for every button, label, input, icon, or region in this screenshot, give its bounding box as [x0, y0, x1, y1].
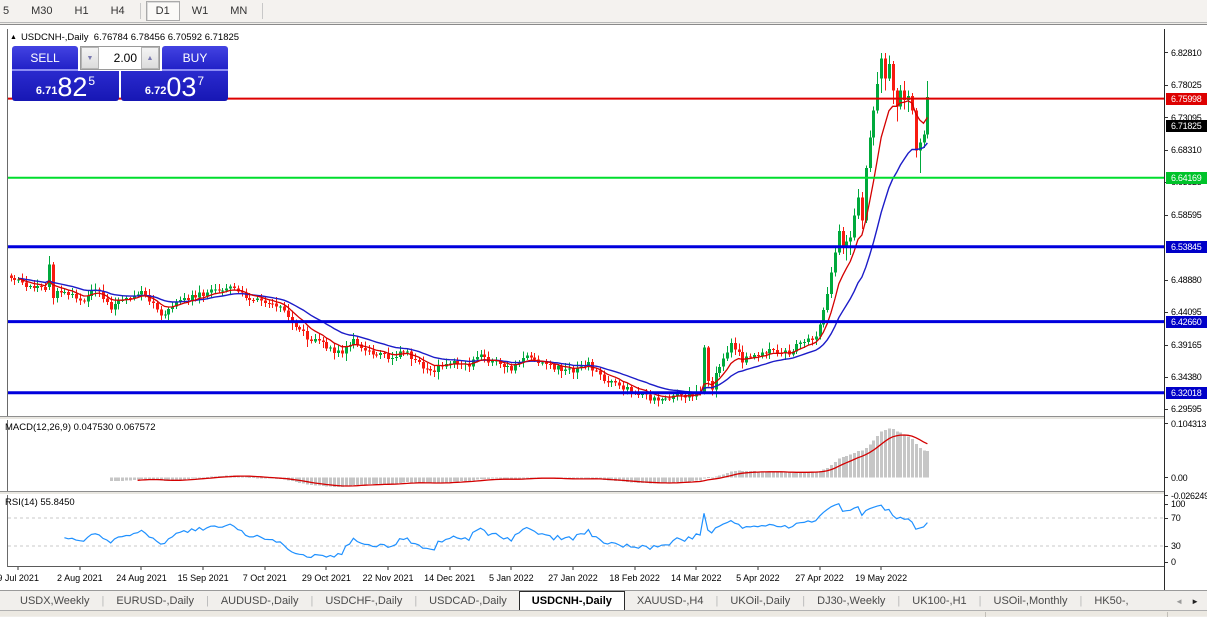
tab-audusd-daily[interactable]: AUDUSD-,Daily [209, 591, 311, 610]
volume-increase-button[interactable]: ▲ [141, 47, 159, 69]
tab-usdcnh-daily[interactable]: USDCNH-,Daily [518, 591, 625, 610]
date-tick-label: 27 Apr 2022 [795, 573, 844, 583]
volume-decrease-button[interactable]: ▼ [81, 47, 99, 69]
tab-hk50[interactable]: HK50-, [1082, 591, 1140, 610]
panel-divider-macd[interactable] [0, 416, 1207, 420]
tab-usdchf-daily[interactable]: USDCHF-,Daily [313, 591, 414, 610]
ask-big-digits: 03 [166, 72, 197, 102]
status-bar [0, 610, 1207, 617]
volume-input[interactable] [99, 47, 141, 69]
tab-uk100-h1[interactable]: UK100-,H1 [900, 591, 978, 610]
timeframe-button-d1[interactable]: D1 [145, 1, 180, 21]
date-tick-label: 5 Jan 2022 [489, 573, 534, 583]
tab-usdcad-daily[interactable]: USDCAD-,Daily [417, 591, 519, 610]
timeframe-button-m30[interactable]: M30 [21, 1, 62, 21]
price-tick: 6.78025 [1171, 80, 1202, 90]
tabs-scroll-left-icon[interactable]: ◄ [1171, 597, 1187, 606]
ask-price-display[interactable]: 6.72 03 7 [121, 71, 228, 101]
symbol-label: USDCNH-,Daily [20, 32, 89, 43]
tab-dj30-weekly[interactable]: DJ30-,Weekly [805, 591, 897, 610]
tab-usoil-monthly[interactable]: USOil-,Monthly [982, 591, 1080, 610]
date-tick-label: 24 Aug 2021 [116, 573, 167, 583]
chart-window: ▲ USDCNH-,Daily 6.76784 6.78456 6.70592 6… [0, 24, 1207, 591]
buy-button[interactable]: BUY [162, 46, 228, 71]
level-price-badge: 6.75998 [1166, 92, 1207, 105]
date-tick-label: 19 May 2022 [855, 573, 908, 583]
macd-indicator-label: MACD(12,26,9) 0.047530 0.067572 [5, 422, 156, 433]
timeframe-button-5[interactable]: 5 [0, 1, 19, 21]
timeframe-toolbar: 5 M30 H1 H4 D1 W1 MN [0, 0, 1207, 23]
date-tick-label: 14 Dec 2021 [424, 573, 476, 583]
price-tick: 6.82810 [1171, 47, 1202, 58]
date-tick-label: 2 Aug 2021 [57, 573, 103, 583]
ohlc-values: 6.76784 6.78456 6.70592 6.71825 [93, 32, 240, 43]
tab-usdx-weekly[interactable]: USDX,Weekly [8, 591, 101, 610]
date-axis[interactable]: 9 Jul 2021 2 Aug 2021 24 Aug 2021 15 Sep 20… [0, 567, 1164, 591]
timeframe-button-mn[interactable]: MN [220, 1, 257, 21]
date-tick-label: 9 Jul 2021 [0, 573, 39, 583]
date-tick-label: 15 Sep 2021 [177, 573, 229, 583]
plot-left-border [7, 29, 8, 567]
price-tick: 0.104313 [1171, 418, 1207, 429]
tabs-scroll-right-icon[interactable]: ► [1187, 597, 1203, 606]
price-tick: 70 [1171, 513, 1181, 523]
tab-eurusd-daily[interactable]: EURUSD-,Daily [104, 591, 206, 610]
date-tick-label: 29 Oct 2021 [301, 573, 351, 583]
timeframe-button-w1[interactable]: W1 [182, 1, 219, 21]
price-tick: 6.39165 [1171, 340, 1202, 350]
ask-prefix: 6.72 [144, 85, 167, 97]
timeframe-button-h1[interactable]: H1 [65, 1, 99, 21]
price-tick: 6.48880 [1171, 275, 1202, 285]
price-axis[interactable]: 6.828106.780256.730956.683106.635256.585… [1164, 29, 1207, 591]
sell-button[interactable]: SELL [12, 46, 78, 71]
level-price-badge: 6.32018 [1166, 386, 1207, 399]
chart-tabs-bar: USDX,Weekly | EURUSD-,Daily | AUDUSD-,Daily |… [0, 590, 1207, 610]
date-tick-label: 5 Apr 2022 [736, 573, 780, 583]
tab-ukoil-daily[interactable]: UKOil-,Daily [718, 591, 802, 610]
chart-plot-area[interactable] [8, 29, 1164, 567]
date-tick-label: 7 Oct 2021 [242, 573, 287, 583]
date-tick-label: 14 Mar 2022 [670, 573, 722, 583]
timeframe-button-h4[interactable]: H4 [101, 1, 135, 21]
price-tick: 30 [1171, 541, 1181, 551]
ohlc-header: ▲ USDCNH-,Daily 6.76784 6.78456 6.70592 6… [10, 32, 239, 43]
price-tick: 6.29595 [1171, 404, 1202, 415]
bid-big-digits: 82 [57, 72, 88, 102]
price-tick: 6.58595 [1171, 210, 1202, 220]
date-tick-label: 18 Feb 2022 [609, 573, 660, 583]
price-tick: 6.68310 [1171, 145, 1202, 155]
level-price-badge: 6.53845 [1166, 240, 1207, 253]
bid-prefix: 6.71 [35, 85, 58, 97]
level-price-badge: 6.64169 [1166, 171, 1207, 184]
ask-pip-digit: 7 [197, 74, 205, 88]
bid-pip-digit: 5 [88, 74, 96, 88]
price-tick: 6.34380 [1171, 372, 1202, 383]
price-tick: 0.00 [1171, 472, 1188, 483]
one-click-trading-panel: SELL ▼ ▲ BUY 6.71825 6.72037 [12, 46, 228, 101]
date-tick-label: 22 Nov 2021 [362, 573, 414, 583]
tab-xauusd-h4[interactable]: XAUUSD-,H4 [625, 591, 716, 610]
price-tick: 0 [1171, 557, 1176, 567]
price-tick: 100 [1171, 499, 1186, 509]
rsi-indicator-label: RSI(14) 55.8450 [5, 497, 75, 508]
panel-divider-rsi[interactable] [0, 491, 1207, 495]
level-price-badge: 6.42660 [1166, 315, 1207, 328]
bid-price-display[interactable]: 6.71 82 5 [12, 71, 119, 101]
current-price-badge: 6.71825 [1166, 120, 1207, 133]
collapse-trade-panel-icon[interactable]: ▲ [10, 34, 17, 41]
date-tick-label: 27 Jan 2022 [548, 573, 598, 583]
